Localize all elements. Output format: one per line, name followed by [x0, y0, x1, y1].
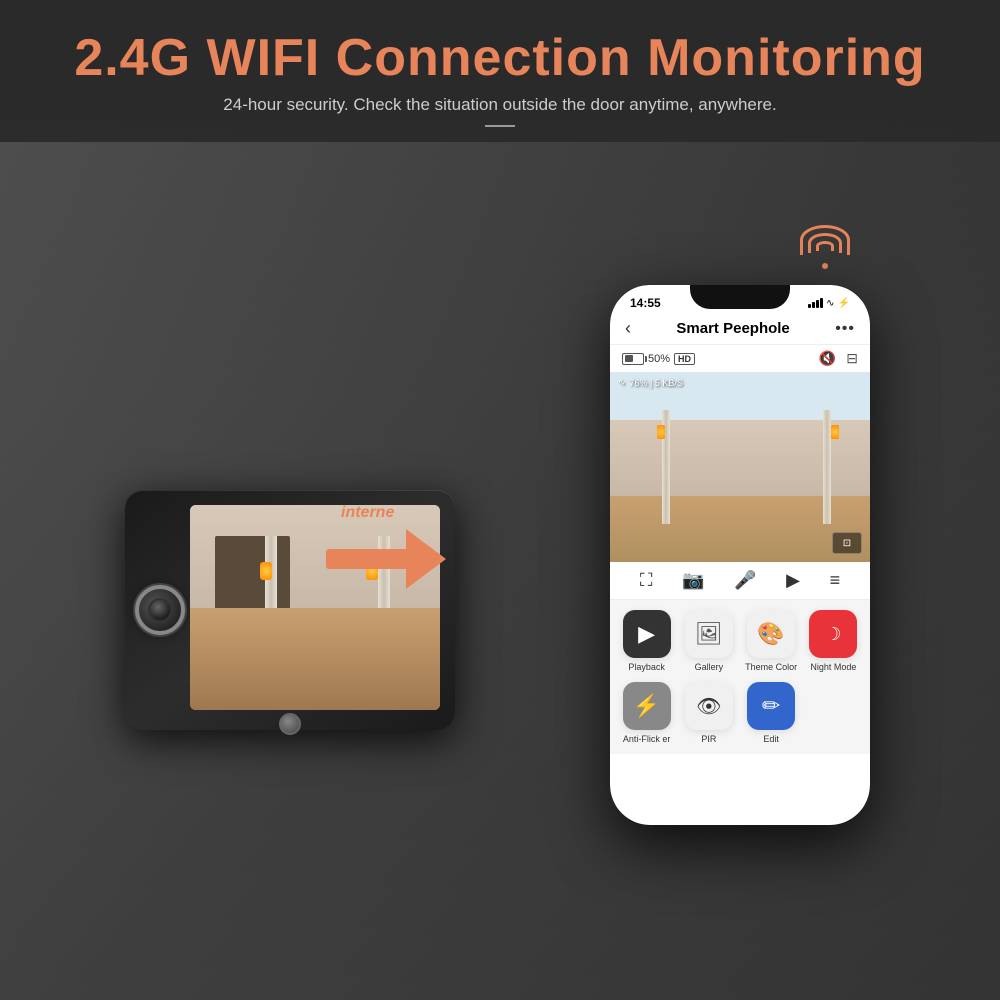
content-area: interne [0, 160, 1000, 1000]
app-item-night-mode[interactable]: ☽ Night Mode [805, 610, 862, 672]
subtitle: 24-hour security. Check the situation ou… [20, 95, 980, 115]
feed-light-2 [831, 425, 839, 439]
theme-color-icon: 🎨 [747, 610, 795, 658]
more-options-button[interactable]: ••• [835, 320, 855, 338]
header-section: 2.4G WIFI Connection Monitoring 24-hour … [0, 0, 1000, 142]
menu-button[interactable]: ≡ [830, 570, 841, 591]
fullscreen-icon: ⛶ [640, 570, 653, 591]
menu-icon: ≡ [830, 570, 841, 591]
app-item-gallery[interactable]: 🖼 Gallery [680, 610, 737, 672]
wifi-icon: ∿ [826, 298, 834, 309]
battery-lightning: ⚡ [838, 298, 850, 309]
pip-button[interactable]: ⊡ [832, 532, 862, 554]
pip-icon: ⊡ [843, 538, 851, 549]
feed-column-right [823, 410, 831, 524]
peephole-device [125, 490, 455, 730]
signal-bars [808, 298, 823, 308]
arrow-container: interne [326, 529, 446, 589]
playback-icon: ▶ [623, 610, 671, 658]
phone-screen: 14:55 ∿ ⚡ ‹ Smart Pe [610, 285, 870, 825]
pir-label: PIR [701, 734, 716, 744]
record-icon: ▶ [786, 570, 800, 591]
bar-4 [820, 298, 823, 308]
fullscreen-button[interactable]: ⛶ [640, 570, 653, 591]
device-button [279, 713, 301, 735]
screenshot-button[interactable]: 📷 [682, 570, 704, 591]
signal-speed: 76% | 5 KB/S [630, 378, 683, 388]
device-container: interne [110, 370, 470, 790]
battery-indicator [622, 353, 644, 365]
app-item-edit[interactable]: ✏ Edit [743, 682, 800, 744]
camera-controls: 🔇 ⊟ [819, 350, 858, 367]
arrow-label: interne [341, 504, 394, 522]
status-time: 14:55 [630, 296, 661, 310]
bar-3 [816, 300, 819, 308]
edit-icon: ✏ [747, 682, 795, 730]
camera-info-bar: 50% HD 🔇 ⊟ [610, 345, 870, 372]
gallery-label: Gallery [695, 662, 724, 672]
controls-row: ⛶ 📷 🎤 ▶ ≡ [610, 562, 870, 600]
main-title: 2.4G WIFI Connection Monitoring [20, 30, 980, 87]
back-button[interactable]: ‹ [625, 318, 631, 339]
record-button[interactable]: ▶ [786, 570, 800, 591]
battery-fill [625, 355, 634, 362]
arrow: interne [326, 529, 446, 589]
playback-label: Playback [628, 662, 665, 672]
night-mode-label: Night Mode [810, 662, 856, 672]
feed-scene [610, 372, 870, 562]
night-mode-icon: ☽ [809, 610, 857, 658]
gallery-icon: 🖼 [685, 610, 733, 658]
battery-percent: 50% [648, 353, 670, 365]
anti-flicker-label: Anti-Flick er [623, 734, 671, 744]
camera-feed: ∿ 76% | 5 KB/S ⊡ [610, 372, 870, 562]
bar-2 [812, 302, 815, 308]
camera-icon: 📷 [682, 570, 704, 591]
app-item-theme-color[interactable]: 🎨 Theme Color [743, 610, 800, 672]
feed-floor [610, 496, 870, 563]
porch-light-1 [260, 562, 272, 580]
app-grid-row2: ⚡ Anti-Flick er 👁 PIR ✏ [610, 682, 870, 754]
anti-flicker-icon: ⚡ [623, 682, 671, 730]
arrow-body [326, 549, 411, 569]
phone-notch [690, 285, 790, 309]
mic-icon: 🎤 [734, 570, 756, 591]
camera-lens [135, 585, 185, 635]
arrow-head [406, 529, 446, 589]
porch-floor [190, 608, 440, 711]
app-item-anti-flicker[interactable]: ⚡ Anti-Flick er [618, 682, 675, 744]
status-icons: ∿ ⚡ [808, 298, 850, 309]
wifi-arc-3 [816, 241, 834, 251]
wifi-signal-top [800, 225, 850, 269]
app-item-pir[interactable]: 👁 PIR [680, 682, 737, 744]
app-title: Smart Peephole [676, 320, 789, 337]
bar-1 [808, 304, 811, 308]
phone-container: 14:55 ∿ ⚡ ‹ Smart Pe [610, 285, 890, 845]
app-header: ‹ Smart Peephole ••• [610, 313, 870, 345]
wifi-arcs [800, 225, 850, 260]
signal-strength: ∿ [618, 377, 626, 388]
hd-badge: HD [674, 353, 695, 365]
edit-label: Edit [763, 734, 779, 744]
theme-color-label: Theme Color [745, 662, 797, 672]
divider [485, 125, 515, 127]
pir-icon: 👁 [685, 682, 733, 730]
wifi-dot [822, 263, 828, 269]
app-item-playback[interactable]: ▶ Playback [618, 610, 675, 672]
layout-icon[interactable]: ⊟ [846, 350, 858, 367]
feed-light-1 [657, 425, 665, 439]
smartphone: 14:55 ∿ ⚡ ‹ Smart Pe [610, 285, 870, 825]
battery-status: 50% HD [622, 353, 695, 365]
app-grid-row1: ▶ Playback 🖼 Gallery 🎨 [610, 600, 870, 682]
microphone-button[interactable]: 🎤 [734, 570, 756, 591]
mute-icon[interactable]: 🔇 [819, 350, 836, 367]
feed-overlay-info: ∿ 76% | 5 KB/S [618, 377, 683, 388]
